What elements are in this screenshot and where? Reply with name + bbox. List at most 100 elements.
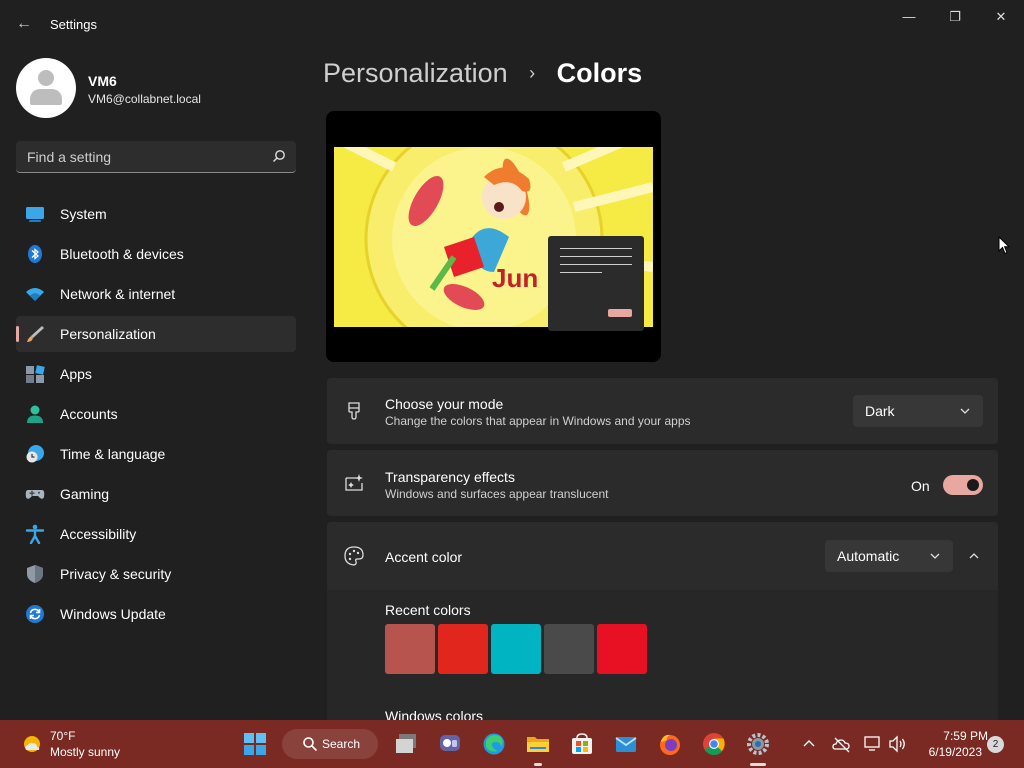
sidebar-item-network[interactable]: Network & internet [16,276,296,312]
bluetooth-icon [28,245,42,263]
sidebar-item-system[interactable]: System [16,196,296,232]
recent-color-swatch[interactable] [544,624,594,674]
sidebar-item-gaming[interactable]: Gaming [16,476,296,512]
preview-window [548,236,644,331]
edge-icon[interactable] [482,732,506,756]
sidebar-item-label: Privacy & security [60,566,172,582]
onedrive-off-icon[interactable] [832,734,852,754]
taskbar-search-button[interactable]: Search [282,729,378,759]
restore-button[interactable]: ❐ [932,6,978,28]
active-indicator [534,763,542,766]
accent-dropdown[interactable]: Automatic [825,540,953,572]
system-icon [26,207,44,222]
apps-icon [26,365,45,383]
chevron-up-icon[interactable] [968,550,980,562]
sidebar-item-label: Windows Update [60,606,166,622]
sidebar-item-label: System [60,206,107,222]
chevron-down-icon [930,553,940,559]
clock-date[interactable]: 6/19/2023 [922,745,982,759]
chrome-icon[interactable] [702,732,726,756]
recent-color-swatch[interactable] [597,624,647,674]
chevron-up-icon[interactable] [800,735,818,753]
recent-color-swatch[interactable] [438,624,488,674]
sidebar-item-time-language[interactable]: Time & language [16,436,296,472]
store-icon[interactable] [570,732,594,756]
globe-clock-icon [26,445,44,463]
mail-icon[interactable] [614,732,638,756]
sparkle-icon [345,474,363,491]
user-name: VM6 [88,73,117,89]
person-icon [27,405,43,423]
breadcrumb-separator-icon: › [529,63,536,83]
sidebar-item-label: Network & internet [60,286,176,302]
page-title: Colors [556,58,643,88]
close-button[interactable]: ✕ [978,6,1024,28]
minimize-button[interactable]: — [886,6,932,28]
recent-colors-heading: Recent colors [385,602,471,618]
sidebar-item-bluetooth[interactable]: Bluetooth & devices [16,236,296,272]
breadcrumb: Personalization › Colors [323,58,642,89]
mode-description: Change the colors that appear in Windows… [385,414,691,428]
active-indicator [750,763,766,766]
paintbrush-icon [348,402,360,420]
mode-dropdown-value: Dark [865,403,895,419]
toggle-knob [967,479,979,491]
mode-dropdown[interactable]: Dark [853,395,983,427]
back-button[interactable]: ← [12,12,36,36]
sidebar-item-label: Bluetooth & devices [60,246,184,262]
sidebar-item-apps[interactable]: Apps [16,356,296,392]
svg-text:Jun: Jun [492,263,538,293]
sidebar-item-label: Accessibility [60,526,137,542]
recent-color-swatch[interactable] [385,624,435,674]
user-profile[interactable]: VM6 VM6@collabnet.local [16,58,306,118]
start-icon[interactable] [243,732,267,756]
mode-card: Choose your mode Change the colors that … [327,378,998,444]
title-bar: ← Settings — ❐ ✕ [0,0,1024,48]
sidebar-item-windows-update[interactable]: Windows Update [16,596,296,632]
clock-time[interactable]: 7:59 PM [928,729,988,743]
task-view-icon[interactable] [394,732,418,756]
breadcrumb-parent[interactable]: Personalization [323,58,508,88]
sun-icon[interactable] [20,732,44,756]
weather-temperature[interactable]: 70°F [50,729,75,743]
transparency-state-label: On [911,478,930,494]
notification-badge[interactable]: 2 [987,736,1004,753]
accent-title: Accent color [385,549,463,565]
teams-chat-icon[interactable] [438,732,462,756]
file-explorer-icon[interactable] [526,732,550,756]
sidebar-item-privacy-security[interactable]: Privacy & security [16,556,296,592]
brush-icon [27,326,44,342]
sidebar-item-accessibility[interactable]: Accessibility [16,516,296,552]
search-input[interactable]: Find a setting [16,141,296,173]
firefox-icon[interactable] [658,732,682,756]
app-title: Settings [50,17,97,32]
sidebar-item-label: Accounts [60,406,118,422]
search-placeholder: Find a setting [27,149,112,165]
shield-icon [27,565,43,583]
sidebar-item-label: Time & language [60,446,166,462]
sidebar-item-label: Gaming [60,486,110,502]
search-icon [303,737,318,752]
sidebar-item-personalization[interactable]: Personalization [16,316,296,352]
user-email: VM6@collabnet.local [88,92,201,106]
weather-description[interactable]: Mostly sunny [50,745,120,759]
transparency-toggle[interactable] [943,475,983,495]
network-icon[interactable] [862,734,882,754]
gamepad-icon [25,490,45,499]
mouse-cursor-icon [998,236,1010,255]
taskbar-search-label: Search [322,737,361,751]
accent-card[interactable]: Accent color Automatic [327,522,998,590]
preview-accent-button [608,309,632,317]
wifi-icon [26,288,44,301]
accessibility-icon [25,524,45,544]
transparency-card: Transparency effects Windows and surface… [327,450,998,516]
volume-icon[interactable] [888,734,908,754]
recent-color-swatch[interactable] [491,624,541,674]
accent-dropdown-value: Automatic [837,548,900,564]
search-icon [273,150,285,162]
settings-gear-icon[interactable] [746,732,770,756]
sidebar-item-label: Apps [60,366,92,382]
sidebar-item-accounts[interactable]: Accounts [16,396,296,432]
chevron-down-icon [960,408,970,414]
taskbar: 70°F Mostly sunny Search 7:59 PM 6/19/20… [0,720,1024,768]
